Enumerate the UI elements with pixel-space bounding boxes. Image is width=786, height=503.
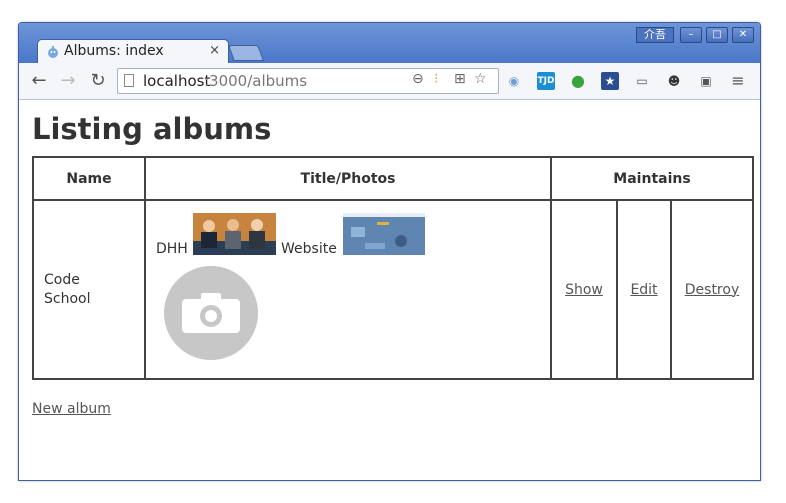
website-photo-thumbnail[interactable] bbox=[343, 213, 425, 255]
tab-title: Albums: index bbox=[64, 43, 164, 59]
minimize-icon[interactable]: – bbox=[680, 27, 702, 43]
page-content: Listing albums Name Title/Photos Maintai… bbox=[19, 100, 760, 480]
albums-table: Name Title/Photos Maintains Code School … bbox=[32, 156, 754, 380]
translate-icon[interactable]: ⊞ bbox=[454, 71, 466, 87]
header-title-photos: Title/Photos bbox=[144, 156, 552, 201]
page-title: Listing albums bbox=[32, 112, 272, 146]
star-extension-icon[interactable]: ★ bbox=[601, 72, 619, 90]
header-maintains: Maintains bbox=[550, 156, 754, 201]
location-icon[interactable]: ⁝ bbox=[434, 71, 438, 87]
tjd-extension-icon[interactable]: TJD bbox=[537, 72, 555, 90]
album-photos-cell: DHH Website bbox=[144, 199, 552, 380]
address-bar[interactable]: localhost :3000/albums ⊖ ⁝ ⊞ ☆ bbox=[117, 68, 499, 94]
ime-indicator[interactable]: 介吾 bbox=[636, 27, 674, 43]
browser-window: Albums: index × 介吾 – □ ✕ ← → ↻ localhost… bbox=[18, 22, 761, 481]
header-name: Name bbox=[32, 156, 146, 201]
bookmark-star-icon[interactable]: ☆ bbox=[474, 71, 487, 87]
forward-icon[interactable]: → bbox=[57, 70, 79, 91]
menu-icon[interactable]: ≡ bbox=[729, 72, 747, 90]
new-tab-button[interactable] bbox=[228, 45, 264, 61]
table-row: Code School DHH Website Show Edit Destro… bbox=[32, 199, 754, 380]
window-controls: – □ ✕ bbox=[680, 27, 754, 43]
dhh-photo-thumbnail[interactable] bbox=[193, 213, 276, 255]
action-cell-destroy: Destroy bbox=[670, 199, 754, 380]
evernote-extension-icon[interactable]: ● bbox=[569, 72, 587, 90]
rails-favicon-icon bbox=[48, 46, 58, 58]
page-icon bbox=[124, 74, 134, 87]
browser-toolbar: ← → ↻ localhost :3000/albums ⊖ ⁝ ⊞ ☆ ◉ T… bbox=[19, 63, 760, 100]
back-icon[interactable]: ← bbox=[28, 70, 50, 91]
browser-tab[interactable]: Albums: index × bbox=[37, 39, 229, 64]
action-cell-edit: Edit bbox=[616, 199, 672, 380]
album-name: Code School bbox=[32, 199, 146, 380]
ghost-extension-icon[interactable]: ▣ bbox=[697, 72, 715, 90]
new-album-link[interactable]: New album bbox=[32, 401, 111, 417]
tab-close-icon[interactable]: × bbox=[209, 43, 220, 58]
camera-placeholder-icon bbox=[164, 266, 258, 360]
camera-extension-icon[interactable]: ◉ bbox=[505, 72, 523, 90]
edit-link[interactable]: Edit bbox=[630, 282, 657, 298]
title-bar: Albums: index × 介吾 – □ ✕ bbox=[19, 23, 760, 64]
octocat-extension-icon[interactable]: ☻ bbox=[665, 72, 683, 90]
url-path: :3000/albums bbox=[204, 72, 308, 90]
cast-icon[interactable]: ▭ bbox=[633, 72, 651, 90]
action-cell-show: Show bbox=[550, 199, 618, 380]
close-icon[interactable]: ✕ bbox=[732, 27, 754, 43]
maximize-icon[interactable]: □ bbox=[706, 27, 728, 43]
photo-title-website: Website bbox=[281, 241, 337, 257]
url-host: localhost bbox=[143, 72, 211, 90]
photo-title-dhh: DHH bbox=[156, 241, 188, 257]
destroy-link[interactable]: Destroy bbox=[685, 282, 739, 298]
zoom-icon[interactable]: ⊖ bbox=[412, 71, 424, 87]
show-link[interactable]: Show bbox=[565, 282, 603, 298]
reload-icon[interactable]: ↻ bbox=[87, 70, 109, 91]
